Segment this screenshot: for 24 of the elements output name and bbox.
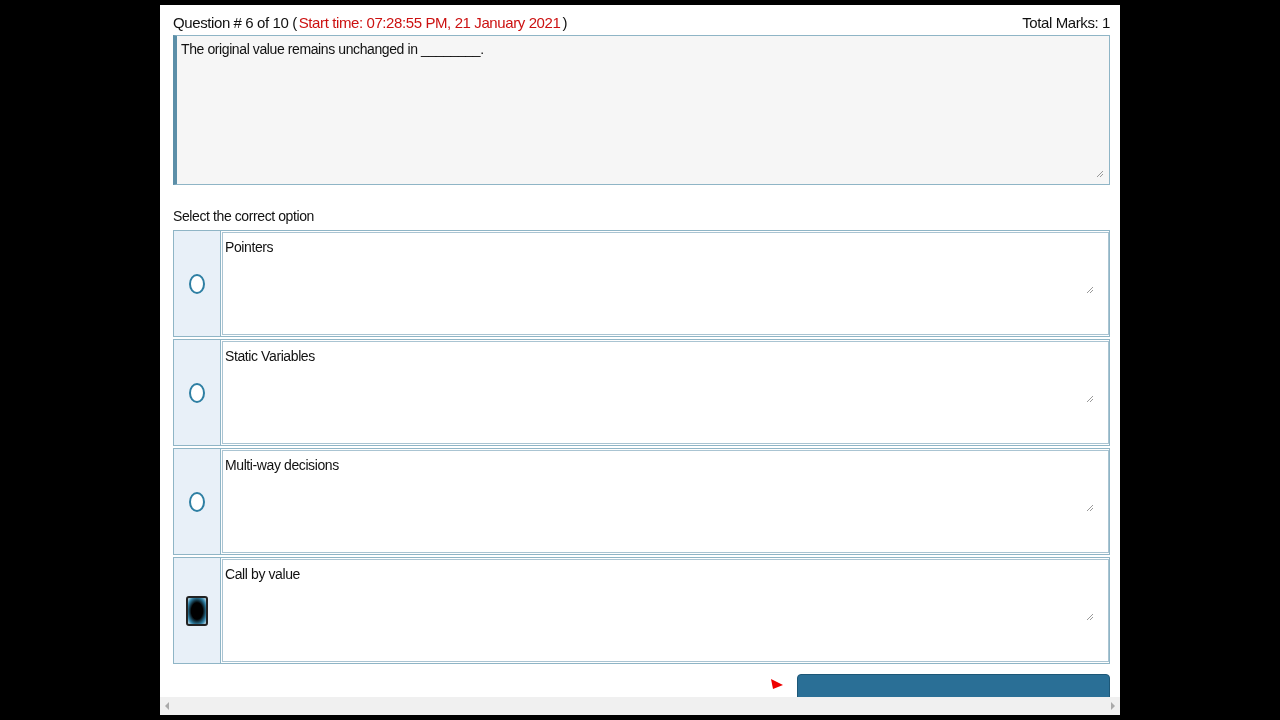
radio-button[interactable] bbox=[189, 491, 205, 512]
options-label: Select the correct option bbox=[173, 207, 315, 226]
resize-grip-icon bbox=[1096, 170, 1104, 178]
start-time: Start time: 07:28:55 PM, 21 January 2021 bbox=[298, 14, 561, 31]
option-box[interactable]: Static Variables bbox=[222, 341, 1109, 444]
resize-grip-icon bbox=[1086, 613, 1094, 621]
radio-button[interactable] bbox=[186, 595, 208, 626]
parenthesis: ) bbox=[562, 14, 568, 31]
radio-button[interactable] bbox=[189, 273, 205, 294]
option-text: Multi-way decisions bbox=[225, 457, 339, 473]
option-box[interactable]: Multi-way decisions bbox=[222, 450, 1109, 553]
resize-grip-icon bbox=[1086, 286, 1094, 294]
radio-button[interactable] bbox=[189, 382, 205, 403]
pointer-icon bbox=[771, 679, 783, 689]
option-text: Pointers bbox=[225, 239, 274, 255]
option-box[interactable]: Call by value bbox=[222, 559, 1109, 662]
option-text: Static Variables bbox=[225, 348, 315, 364]
resize-grip-icon bbox=[1086, 504, 1094, 512]
option-box[interactable]: Pointers bbox=[222, 232, 1109, 335]
option-text: Call by value bbox=[225, 566, 300, 582]
question-text: The original value remains unchanged in ________. bbox=[181, 41, 484, 57]
question-number: Question # 6 of 10 ( bbox=[173, 14, 297, 31]
total-marks: Total Marks: 1 bbox=[1022, 14, 1110, 31]
resize-grip-icon bbox=[1086, 395, 1094, 403]
